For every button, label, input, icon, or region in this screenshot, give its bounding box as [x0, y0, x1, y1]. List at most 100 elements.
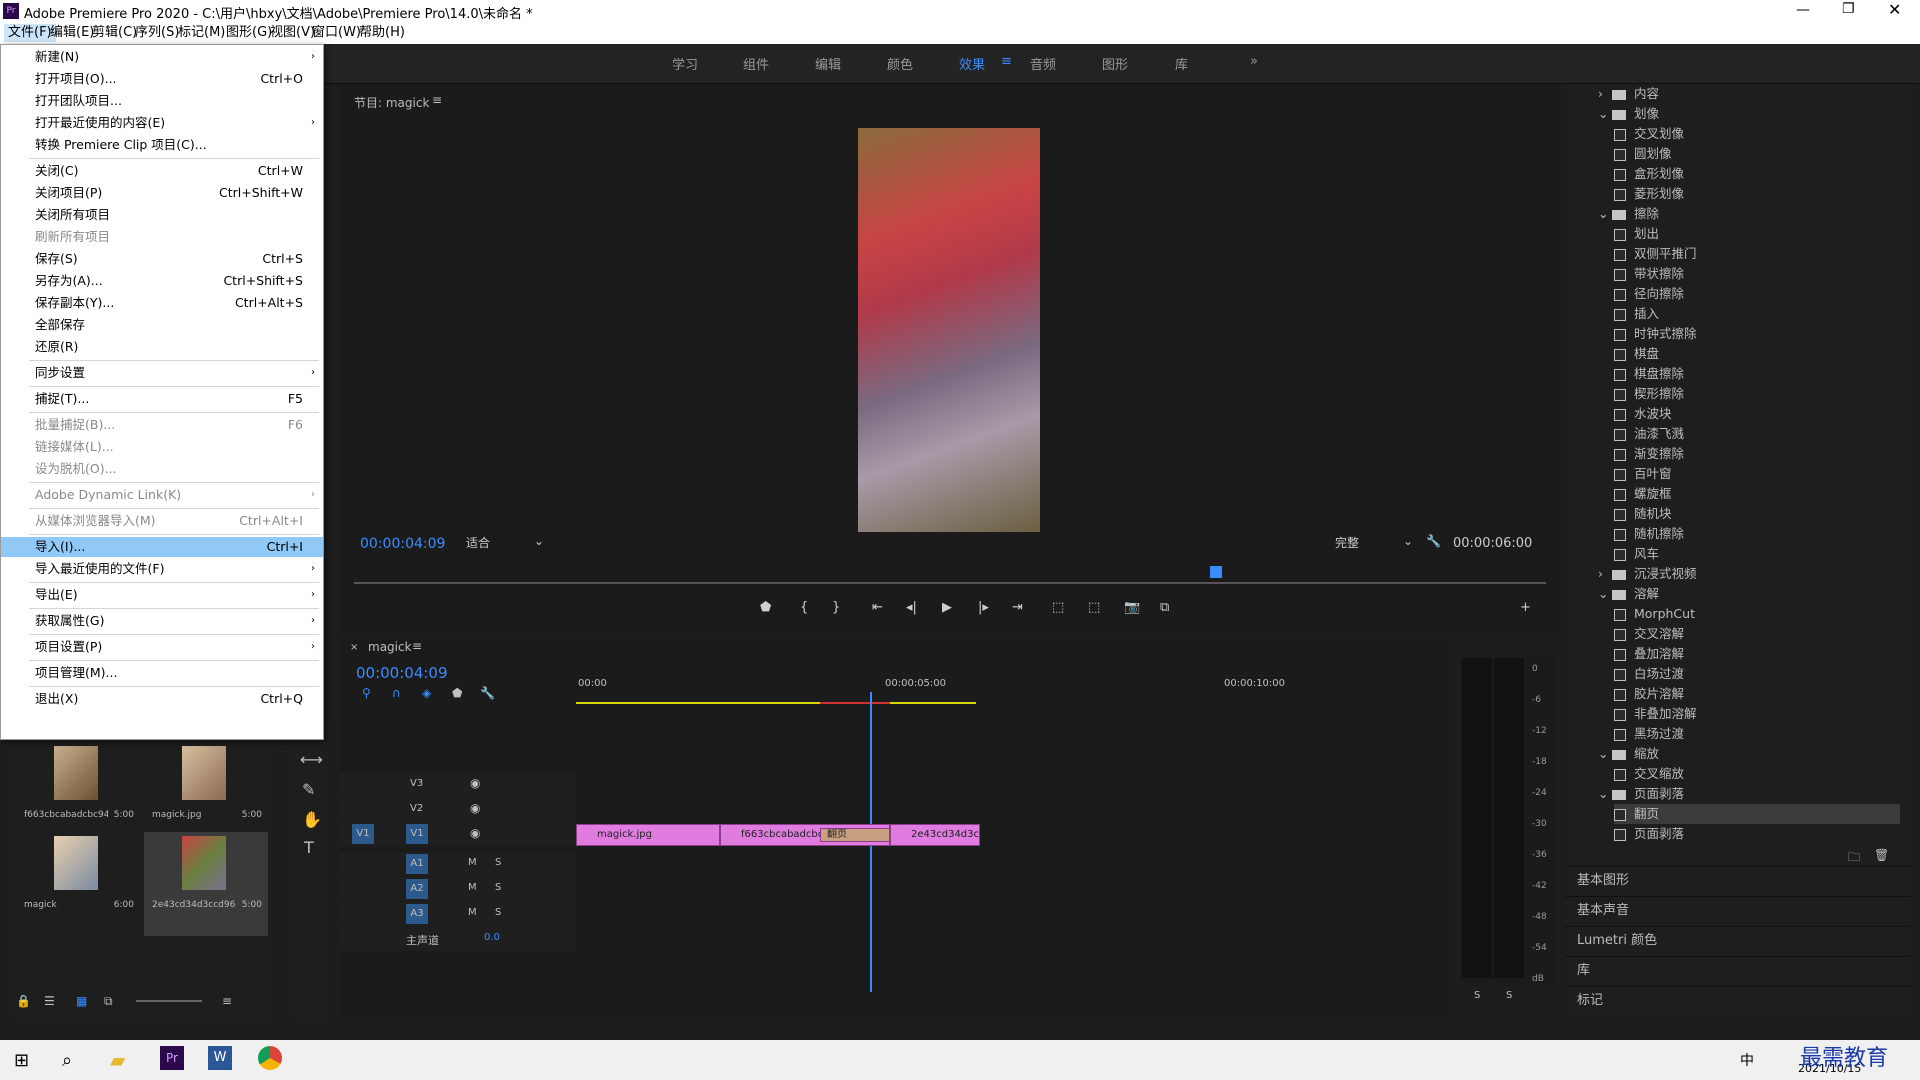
- text-tool-icon[interactable]: T: [304, 838, 314, 857]
- side-panel-2[interactable]: Lumetri 颜色: [1565, 926, 1910, 954]
- close-icon[interactable]: ✕: [1888, 0, 1901, 19]
- file-menu-item-13[interactable]: 还原(R): [1, 337, 323, 357]
- effect-item-8[interactable]: 双侧平推门: [1614, 244, 1900, 264]
- effect-item-6[interactable]: ⌄ 擦除: [1598, 204, 1900, 224]
- mark-out-icon[interactable]: }: [832, 600, 840, 615]
- fit-dropdown[interactable]: 适合 ⌄: [466, 534, 546, 552]
- master-value[interactable]: 0.0: [484, 932, 500, 943]
- effect-item-15[interactable]: 楔形擦除: [1614, 384, 1900, 404]
- mute-icon[interactable]: M: [468, 857, 477, 868]
- effect-item-10[interactable]: 径向擦除: [1614, 284, 1900, 304]
- track-v3[interactable]: V3 ◉: [340, 772, 575, 796]
- ime-indicator[interactable]: 中: [1740, 1050, 1754, 1070]
- effect-item-34[interactable]: 交叉缩放: [1614, 764, 1900, 784]
- work-area-bar[interactable]: [576, 702, 976, 704]
- eye-icon[interactable]: ◉: [470, 801, 480, 815]
- workspace-tab-5[interactable]: 音频: [1030, 54, 1056, 73]
- effect-item-5[interactable]: 菱形划像: [1614, 184, 1900, 204]
- workspace-tab-4[interactable]: 效果: [959, 54, 985, 73]
- effect-item-3[interactable]: 圆划像: [1614, 144, 1900, 164]
- marker-icon[interactable]: ⬟: [452, 686, 462, 700]
- effect-item-23[interactable]: 风车: [1614, 544, 1900, 564]
- effect-item-22[interactable]: 随机擦除: [1614, 524, 1900, 544]
- workspace-tab-2[interactable]: 编辑: [815, 54, 841, 73]
- sort-icon[interactable]: ≡: [222, 994, 232, 1008]
- track-v2[interactable]: V2 ◉: [340, 797, 575, 821]
- effect-item-12[interactable]: 时钟式擦除: [1614, 324, 1900, 344]
- chevron-down-icon[interactable]: ⌄: [1598, 784, 1612, 804]
- file-menu-item-9[interactable]: 保存(S) Ctrl+S: [1, 249, 323, 269]
- file-menu-item-5[interactable]: 关闭(C) Ctrl+W: [1, 161, 323, 181]
- effect-item-31[interactable]: 非叠加溶解: [1614, 704, 1900, 724]
- file-menu-item-12[interactable]: 全部保存: [1, 315, 323, 335]
- search-icon[interactable]: ⌕: [62, 1050, 72, 1071]
- effect-item-35[interactable]: ⌄ 页面剥落: [1598, 784, 1900, 804]
- effect-item-19[interactable]: 百叶窗: [1614, 464, 1900, 484]
- panel-menu-icon[interactable]: ≡: [432, 93, 442, 107]
- solo-icon[interactable]: S: [495, 907, 501, 918]
- side-panel-4[interactable]: 标记: [1565, 986, 1910, 1014]
- file-menu-item-27[interactable]: 退出(X) Ctrl+Q: [1, 689, 323, 709]
- file-explorer-icon[interactable]: ▰: [110, 1048, 125, 1072]
- meter-solo-right[interactable]: S: [1506, 990, 1512, 1001]
- add-marker-icon[interactable]: ⬟: [760, 600, 771, 615]
- file-menu-item-4[interactable]: 转换 Premiere Clip 项目(C)...: [1, 135, 323, 155]
- side-panel-1[interactable]: 基本声音: [1565, 896, 1910, 924]
- clip-2e43[interactable]: 2e43cd34d3cc: [890, 824, 980, 846]
- effect-item-14[interactable]: 棋盘擦除: [1614, 364, 1900, 384]
- project-item[interactable]: magick.jpg 5:00: [144, 742, 268, 846]
- linked-selection-icon[interactable]: ∩: [392, 686, 401, 700]
- effect-item-30[interactable]: 胶片溶解: [1614, 684, 1900, 704]
- effect-item-28[interactable]: 叠加溶解: [1614, 644, 1900, 664]
- effect-item-29[interactable]: 白场过渡: [1614, 664, 1900, 684]
- extract-icon[interactable]: ⬚: [1088, 600, 1100, 615]
- eye-icon[interactable]: ◉: [470, 826, 480, 840]
- panel-menu-icon[interactable]: ≡: [412, 639, 422, 653]
- file-menu-item-10[interactable]: 另存为(A)... Ctrl+Shift+S: [1, 271, 323, 291]
- word-icon[interactable]: W: [208, 1046, 232, 1070]
- pen-icon[interactable]: ✎: [302, 780, 315, 799]
- lock-icon[interactable]: 🔒: [16, 994, 31, 1008]
- effect-item-18[interactable]: 渐变擦除: [1614, 444, 1900, 464]
- effect-item-21[interactable]: 随机块: [1614, 504, 1900, 524]
- effect-item-37[interactable]: 页面剥落: [1614, 824, 1900, 844]
- quality-dropdown[interactable]: 完整 ⌄: [1335, 534, 1415, 552]
- icon-view-icon[interactable]: ▦: [76, 994, 87, 1008]
- more-workspaces-icon[interactable]: »: [1250, 54, 1258, 69]
- file-menu-item-24[interactable]: 获取属性(G) ›: [1, 611, 323, 631]
- project-item[interactable]: magick 6:00: [16, 832, 140, 936]
- track-a3[interactable]: A3 M S: [340, 902, 575, 926]
- maximize-icon[interactable]: ❐: [1842, 1, 1855, 17]
- wrench-icon[interactable]: 🔧: [1426, 534, 1441, 548]
- comparison-view-icon[interactable]: ⧉: [1160, 600, 1169, 615]
- meter-solo-left[interactable]: S: [1474, 990, 1480, 1001]
- file-menu-item-11[interactable]: 保存副本(Y)... Ctrl+Alt+S: [1, 293, 323, 313]
- workspace-tab-6[interactable]: 图形: [1102, 54, 1128, 73]
- effect-item-7[interactable]: 划出: [1614, 224, 1900, 244]
- menu-8[interactable]: 帮助(H): [355, 24, 409, 42]
- track-a2[interactable]: A2 M S: [340, 877, 575, 901]
- effect-item-4[interactable]: 盒形划像: [1614, 164, 1900, 184]
- file-menu-item-2[interactable]: 打开团队项目...: [1, 91, 323, 111]
- workspace-tab-0[interactable]: 学习: [672, 54, 698, 73]
- mute-icon[interactable]: M: [468, 907, 477, 918]
- effect-item-20[interactable]: 螺旋框: [1614, 484, 1900, 504]
- chevron-down-icon[interactable]: ⌄: [1598, 204, 1612, 224]
- chevron-down-icon[interactable]: ⌄: [1598, 584, 1612, 604]
- workspace-tab-3[interactable]: 颜色: [887, 54, 913, 73]
- file-menu-item-15[interactable]: 捕捉(T)... F5: [1, 389, 323, 409]
- wrench-icon[interactable]: 🔧: [480, 686, 495, 700]
- clip-magick-jpg[interactable]: magick.jpg: [576, 824, 720, 846]
- file-menu-item-26[interactable]: 项目管理(M)...: [1, 663, 323, 683]
- effect-item-16[interactable]: 水波块: [1614, 404, 1900, 424]
- program-scrubber[interactable]: [354, 582, 1546, 584]
- lift-icon[interactable]: ⬚: [1052, 600, 1064, 615]
- go-to-out-icon[interactable]: ⇥: [1012, 600, 1023, 615]
- mark-in-icon[interactable]: {: [800, 600, 808, 615]
- effect-item-1[interactable]: ⌄ 划像: [1598, 104, 1900, 124]
- effect-item-2[interactable]: 交叉划像: [1614, 124, 1900, 144]
- effect-item-13[interactable]: 棋盘: [1614, 344, 1900, 364]
- file-menu-item-21[interactable]: 导入(I)... Ctrl+I: [1, 537, 323, 557]
- effect-item-11[interactable]: 插入: [1614, 304, 1900, 324]
- workspace-tab-7[interactable]: 库: [1175, 54, 1188, 73]
